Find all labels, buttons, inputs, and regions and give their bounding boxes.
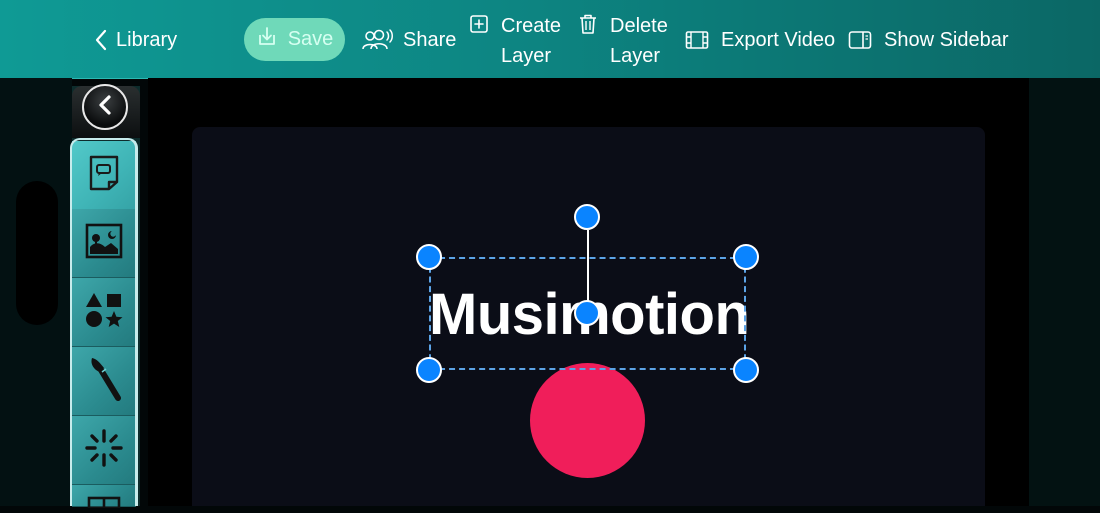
show-sidebar-button[interactable]: Show Sidebar: [848, 25, 1009, 55]
resize-handle-bottom-left[interactable]: [416, 357, 442, 383]
sidebar-icon: [848, 30, 872, 50]
delete-layer-line1: Delete: [610, 15, 668, 37]
share-label: Share: [403, 29, 457, 51]
create-layer-button[interactable]: Create Layer: [469, 11, 571, 71]
brush-icon: [84, 354, 124, 409]
resize-handle-bottom-right[interactable]: [733, 357, 759, 383]
right-edge-panel: [1029, 78, 1100, 506]
back-to-library-button[interactable]: Library: [94, 25, 177, 55]
save-label: Save: [287, 28, 334, 50]
resize-handle-top-left[interactable]: [416, 244, 442, 270]
trash-icon: [578, 13, 598, 35]
download-icon: [256, 26, 278, 54]
circle-shape-layer[interactable]: [530, 363, 645, 478]
text-note-icon: [87, 154, 121, 197]
top-toolbar: Library Save Share Create Layer Delete L…: [0, 0, 1100, 79]
collapse-palette-button[interactable]: [82, 84, 128, 130]
back-label: Library: [116, 29, 178, 51]
center-handle[interactable]: [574, 300, 600, 326]
create-layer-label: Create Layer: [501, 11, 571, 71]
effects-tool[interactable]: [72, 416, 136, 485]
delete-layer-label: Delete Layer: [610, 11, 680, 71]
brush-tool[interactable]: [72, 347, 136, 416]
share-button[interactable]: Share: [361, 25, 456, 55]
rotate-handle[interactable]: [574, 204, 600, 230]
save-button[interactable]: Save: [244, 18, 345, 61]
image-icon: [85, 223, 123, 264]
shapes-tool[interactable]: [72, 278, 136, 347]
chevron-left-icon: [94, 29, 108, 51]
export-video-button[interactable]: Export Video: [685, 25, 835, 55]
delete-layer-line2: Layer: [610, 45, 661, 67]
drag-handle[interactable]: [16, 181, 58, 325]
sparkle-icon: [84, 428, 124, 473]
text-tool[interactable]: [72, 141, 136, 210]
create-layer-line1: Create: [501, 15, 562, 37]
people-share-icon: [361, 28, 395, 52]
more-tool[interactable]: [72, 485, 136, 510]
shapes-icon: [83, 290, 125, 335]
resize-handle-top-right[interactable]: [733, 244, 759, 270]
film-icon: [685, 30, 709, 50]
chevron-left-icon: [96, 94, 114, 121]
delete-layer-button[interactable]: Delete Layer: [578, 11, 680, 71]
plus-square-icon: [469, 14, 489, 34]
create-layer-line2: Layer: [501, 45, 552, 67]
image-tool[interactable]: [72, 209, 136, 278]
export-label: Export Video: [721, 29, 836, 51]
sidebar-label: Show Sidebar: [884, 29, 1009, 51]
frame-icon: [86, 495, 122, 513]
